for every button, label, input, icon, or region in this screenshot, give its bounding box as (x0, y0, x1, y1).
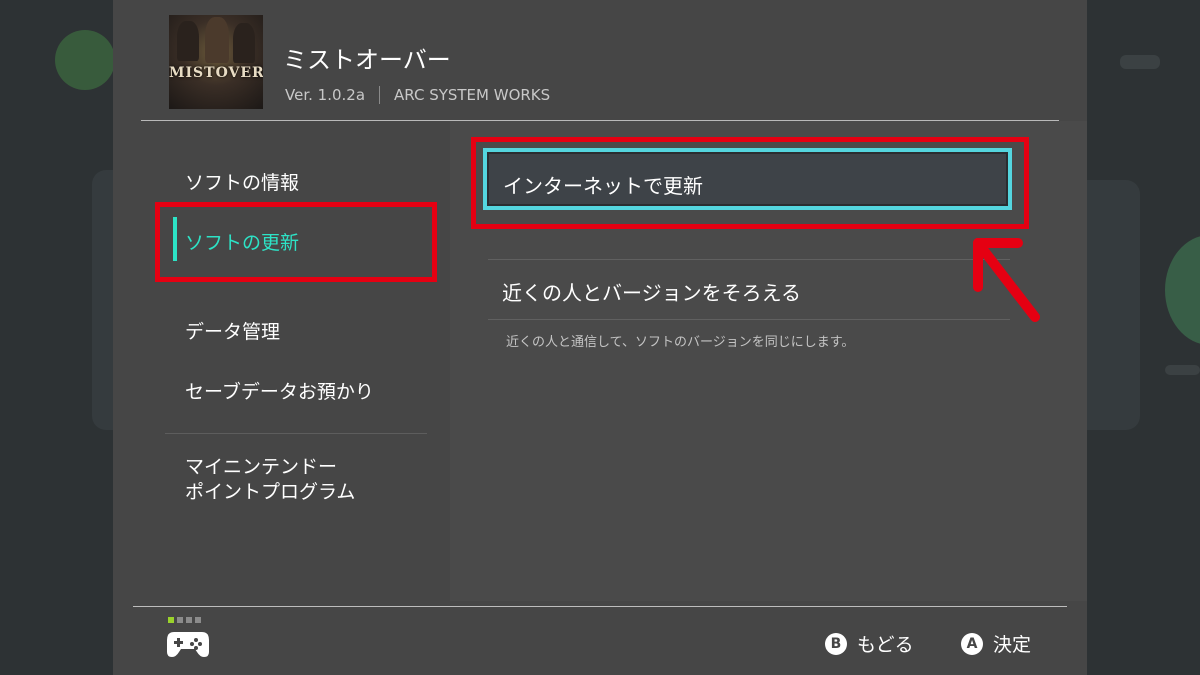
controller-slot-indicator (168, 617, 174, 623)
game-title: ミストオーバー (283, 46, 451, 74)
confirm-hint[interactable]: A 決定 (961, 630, 1031, 657)
sidebar-item-data-management[interactable]: データ管理 (185, 317, 280, 344)
option-divider (488, 259, 1010, 260)
version-label: Ver. 1.0.2a (285, 86, 366, 104)
thumbnail-logo-text: MISTOVER (169, 65, 263, 81)
meta-separator (379, 86, 381, 104)
match-version-description: 近くの人と通信して、ソフトのバージョンを同じにします。 (506, 335, 855, 350)
sidebar-item-label: マイニンテンドー (185, 456, 338, 478)
footer-divider (133, 606, 1067, 607)
highlight-box-software-update (155, 202, 437, 282)
software-header: MISTOVER ミストオーバー Ver. 1.0.2a ARC SYSTEM … (113, 0, 1087, 120)
thumbnail-figure (177, 21, 199, 61)
sidebar-item-save-data-cloud[interactable]: セーブデータお預かり (185, 377, 374, 404)
publisher-label: ARC SYSTEM WORKS (394, 86, 551, 104)
background-blur-shape (1120, 55, 1160, 69)
controller-slot-indicator (195, 617, 201, 623)
software-settings-panel: MISTOVER ミストオーバー Ver. 1.0.2a ARC SYSTEM … (113, 0, 1087, 675)
sidebar-item-my-nintendo-points[interactable]: マイニンテンドー ポイントプログラム (185, 455, 355, 505)
background-blur-shape (55, 30, 115, 90)
sidebar-item-software-info[interactable]: ソフトの情報 (185, 168, 299, 195)
controller-status (168, 617, 201, 623)
sidebar-item-label: ポイントプログラム (185, 481, 356, 503)
confirm-label: 決定 (993, 634, 1032, 656)
option-divider (488, 319, 1010, 320)
controller-slot-indicator (186, 617, 192, 623)
software-meta: Ver. 1.0.2a ARC SYSTEM WORKS (285, 86, 550, 104)
controller-icon (167, 632, 209, 657)
sidebar-divider (165, 433, 427, 434)
thumbnail-figure (205, 17, 229, 63)
game-thumbnail: MISTOVER (169, 15, 263, 109)
settings-sidebar: ソフトの情報 ソフトの更新 データ管理 セーブデータお預かり マイニンテンドー … (165, 121, 450, 601)
back-hint[interactable]: B もどる (825, 630, 914, 657)
a-button-icon: A (961, 632, 983, 655)
match-version-local-button[interactable]: 近くの人とバージョンをそろえる (502, 277, 801, 306)
highlight-box-internet-update (471, 137, 1029, 229)
thumbnail-figure (233, 23, 255, 63)
controller-slot-indicator (177, 617, 183, 623)
back-label: もどる (857, 634, 914, 656)
pointer-arrow-icon (973, 238, 1040, 322)
background-blur-shape (1165, 365, 1200, 375)
b-button-icon: B (825, 632, 847, 655)
